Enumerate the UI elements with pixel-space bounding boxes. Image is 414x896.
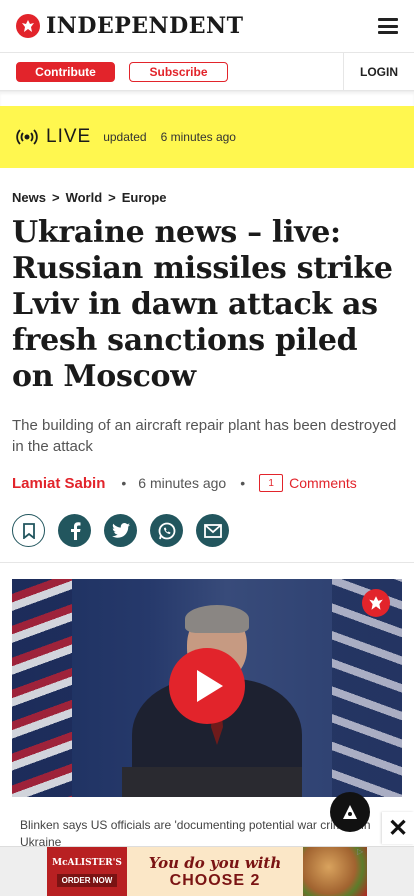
breadcrumb-news[interactable]: News [12,190,46,205]
subscription-bar: Contribute Subscribe LOGIN [0,52,414,91]
publish-time: 6 minutes ago [138,475,227,491]
ad-line-2: CHOOSE 2 [169,872,261,889]
article-byline: Lamiat Sabin • 6 minutes ago • 1 Comment… [0,473,414,493]
us-flag-background [12,579,72,797]
breadcrumb-separator: > [51,190,60,205]
ad-strip: McALISTER'S ORDER NOW You do you with CH… [0,846,414,896]
ad-brand-panel: McALISTER'S ORDER NOW [47,847,127,896]
byline-dot: • [121,475,127,491]
site-logo[interactable]: INDEPENDENT [16,13,244,39]
comment-count-icon: 1 [259,474,284,492]
view-toggle-button[interactable] [330,792,370,832]
updated-time: 6 minutes ago [160,130,236,144]
eye-icon [343,805,357,819]
ad-info-icon[interactable]: ▷ [357,847,367,857]
breadcrumb-separator: > [108,190,116,205]
podium [122,767,302,797]
facebook-icon [70,521,80,540]
updated-label: updated [103,130,147,144]
close-ad-button[interactable]: ✕ [382,812,414,844]
eagle-watermark-icon [362,589,390,617]
eagle-logo-icon [16,14,40,38]
facebook-share-button[interactable] [58,514,91,547]
email-icon [203,523,222,538]
article-standfirst: The building of an aircraft repair plant… [12,417,397,455]
twitter-icon [111,523,130,538]
live-label: LIVE [46,126,92,147]
comments-label: Comments [289,475,357,491]
comments-link[interactable]: 1 Comments [259,474,357,492]
section-divider [0,562,414,563]
bookmark-button[interactable] [12,514,45,547]
breadcrumb-world[interactable]: World [66,190,103,205]
brand-wordmark: INDEPENDENT [46,13,244,39]
twitter-share-button[interactable] [104,514,137,547]
byline-dot: • [240,475,246,491]
author-link[interactable]: Lamiat Sabin [12,475,105,492]
article-headline: Ukraine news – live: Russian missiles st… [12,215,393,394]
bookmark-icon [22,522,35,539]
hamburger-menu-icon[interactable] [378,18,398,34]
share-row [0,514,414,547]
breadcrumb-europe[interactable]: Europe [122,190,167,205]
ad-order-button[interactable]: ORDER NOW [56,873,118,887]
header-gap [0,91,414,106]
play-button[interactable] [169,648,245,724]
contribute-button[interactable]: Contribute [16,61,115,82]
play-icon [197,670,223,702]
ad-line-1: You do you with [148,854,282,872]
site-header: INDEPENDENT [0,0,414,53]
whatsapp-icon [158,522,175,539]
broadcast-icon [16,129,38,145]
comment-count: 1 [268,477,274,489]
advertisement-banner[interactable]: McALISTER'S ORDER NOW You do you with CH… [47,847,367,896]
email-share-button[interactable] [196,514,229,547]
video-player[interactable] [12,579,402,797]
ad-copy: You do you with CHOOSE 2 [127,854,303,890]
whatsapp-share-button[interactable] [150,514,183,547]
ad-brand-name: McALISTER'S [52,857,122,868]
login-button[interactable]: LOGIN [343,52,414,91]
close-icon: ✕ [387,814,409,842]
live-banner: LIVE updated 6 minutes ago [0,106,414,168]
breadcrumb: News > World > Europe [0,190,414,205]
subscribe-button[interactable]: Subscribe [129,61,228,82]
